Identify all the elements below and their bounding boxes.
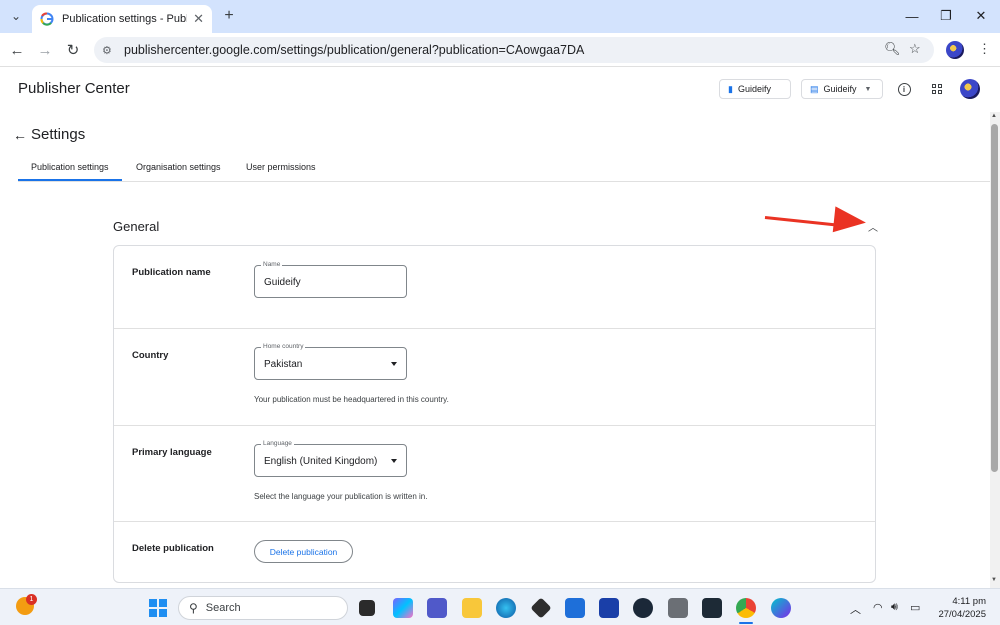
scrollbar-thumb[interactable] (991, 124, 998, 472)
search-icon: ⚲ (189, 601, 198, 615)
active-app-indicator (739, 622, 753, 624)
notification-badge: 1 (26, 594, 37, 605)
browser-tab[interactable]: Publication settings - Publisher ✕ (32, 5, 212, 33)
taskbar-search[interactable]: ⚲ Search (178, 596, 348, 620)
primary-language-label: Primary language (132, 447, 212, 458)
clock-time: 4:11 pm (952, 596, 986, 607)
more-menu-icon[interactable]: ⋮ (978, 41, 991, 57)
clock-date: 27/04/2025 (938, 609, 986, 620)
country-helper-text: Your publication must be headquartered i… (254, 395, 449, 404)
settings-tabs: Publication settings Organisation settin… (18, 156, 990, 182)
publication-icon: ▮ (728, 83, 733, 94)
windows-start-icon[interactable] (149, 599, 167, 617)
back-arrow-icon[interactable]: ← (13, 127, 27, 143)
delete-publication-label: Delete publication (132, 543, 214, 554)
annotation-arrow-shaft (764, 216, 843, 228)
delete-publication-button[interactable]: Delete publication (254, 540, 353, 563)
row-country: Country Home country Pakistan Your publi… (114, 329, 875, 426)
language-select[interactable]: Language English (United Kingdom) (254, 440, 407, 477)
language-legend: Language (261, 440, 294, 447)
active-tab-indicator (18, 179, 122, 181)
language-value: English (United Kingdom) (264, 456, 378, 467)
site-info-icon[interactable]: ⚙ (102, 44, 116, 57)
home-country-legend: Home country (261, 343, 306, 350)
country-label: Country (132, 350, 169, 361)
app-header: Publisher Center ▮ Guideify ▤ Guideify ▼… (0, 68, 990, 112)
row-delete-publication: Delete publication Delete publication (114, 522, 875, 582)
tab-search-chevron-icon[interactable]: ⌄ (6, 6, 26, 26)
unity-app-icon[interactable] (530, 597, 552, 619)
tab-title: Publication settings - Publisher (62, 13, 188, 25)
back-icon[interactable]: ← (6, 39, 28, 61)
row-publication-name: Publication name Name Guideify (114, 246, 875, 329)
general-settings-card: Publication name Name Guideify Country H… (113, 245, 876, 583)
windows-taskbar: 1 ⚲ Search ︿ ◠ 🔊︎ ▭ 4:11 pm 27/04/2025 (0, 588, 1000, 625)
pycharm-app-icon[interactable] (702, 598, 722, 618)
publication-name-label: Publication name (132, 267, 211, 278)
row-primary-language: Primary language Language English (Unite… (114, 426, 875, 522)
system-clock[interactable]: 4:11 pm 27/04/2025 (936, 595, 986, 621)
home-country-value: Pakistan (264, 359, 303, 370)
url-text: publishercenter.google.com/settings/publ… (124, 43, 585, 57)
dropdown-arrow-icon (391, 459, 397, 463)
annotation-arrow-head (832, 206, 868, 236)
google-favicon-icon (40, 12, 54, 26)
battery-icon[interactable]: ▭ (910, 601, 920, 614)
publication-chip[interactable]: ▮ Guideify (719, 79, 791, 99)
browser-toolbar: ← → ↻ ⚙ publishercenter.google.com/setti… (0, 33, 1000, 67)
copilot-app-icon[interactable] (393, 598, 413, 618)
browser-tab-strip: ⌄ Publication settings - Publisher ✕ + —… (0, 0, 1000, 33)
new-tab-button[interactable]: + (220, 7, 238, 25)
chrome-app-icon[interactable] (736, 598, 756, 618)
collapse-chevron-up-icon[interactable]: ︿ (866, 219, 880, 234)
dropdown-caret-icon: ▼ (864, 85, 872, 93)
dropdown-arrow-icon (391, 362, 397, 366)
bookmark-star-icon[interactable]: ☆ (909, 41, 921, 57)
publication-name-value: Guideify (264, 277, 301, 288)
terminal-app-icon[interactable] (359, 600, 375, 616)
tab-publication-settings[interactable]: Publication settings (31, 162, 109, 172)
apps-grid-icon[interactable] (929, 81, 945, 97)
teams-app-icon[interactable] (427, 598, 447, 618)
language-helper-text: Select the language your publication is … (254, 492, 428, 501)
tab-close-icon[interactable]: ✕ (193, 11, 204, 27)
tab-user-permissions[interactable]: User permissions (246, 162, 316, 172)
zoom-search-icon[interactable]: 🔍︎ (884, 41, 901, 57)
profile-avatar[interactable] (946, 41, 964, 59)
name-field-legend: Name (261, 261, 283, 268)
wifi-icon[interactable]: ◠ (873, 601, 883, 614)
section-title-general: General (113, 219, 160, 234)
publication-selector[interactable]: ▤ Guideify ▼ (801, 79, 883, 99)
home-country-select[interactable]: Home country Pakistan (254, 343, 407, 380)
edge-browser-icon[interactable] (496, 598, 516, 618)
volume-icon[interactable]: 🔊︎ (891, 601, 898, 614)
reload-icon[interactable]: ↻ (62, 39, 84, 61)
proton-app-icon[interactable] (668, 598, 688, 618)
scroll-down-icon[interactable]: ▼ (991, 577, 997, 583)
app-title: Publisher Center (18, 80, 130, 97)
page-title: Settings (31, 126, 86, 143)
account-avatar[interactable] (960, 79, 980, 99)
address-bar[interactable]: ⚙ publishercenter.google.com/settings/pu… (94, 37, 934, 63)
forward-icon[interactable]: → (34, 39, 56, 61)
document-icon: ▤ (810, 83, 819, 94)
canva-app-icon[interactable] (771, 598, 791, 618)
steam-app-icon[interactable] (633, 598, 653, 618)
scroll-up-icon[interactable]: ▲ (991, 113, 997, 119)
file-explorer-icon[interactable] (462, 598, 482, 618)
minimize-icon[interactable]: — (902, 6, 922, 26)
publication-name-field[interactable]: Name Guideify (254, 261, 407, 298)
publication-selector-label: Guideify (823, 84, 857, 94)
tray-chevron-up-icon[interactable]: ︿ (850, 601, 861, 617)
multi-app-icon[interactable] (599, 598, 619, 618)
publication-chip-label: Guideify (737, 84, 771, 94)
info-icon[interactable]: i (896, 81, 912, 97)
restore-icon[interactable]: ❐ (936, 6, 956, 26)
tab-organisation-settings[interactable]: Organisation settings (136, 162, 221, 172)
close-window-icon[interactable]: ✕ (971, 6, 991, 26)
taskbar-search-label: Search (205, 602, 241, 614)
store-app-icon[interactable] (565, 598, 585, 618)
